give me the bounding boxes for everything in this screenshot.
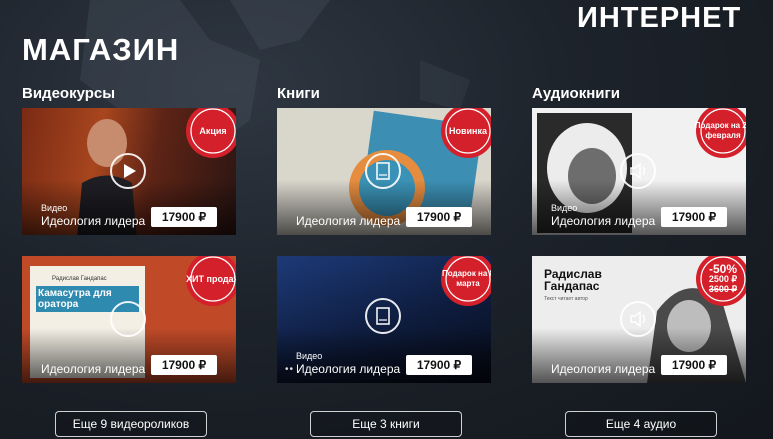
- card-kind: Видео: [296, 351, 323, 361]
- product-card[interactable]: •• Подарок на 8 марта Видео Идеология ли…: [277, 256, 491, 383]
- badge-label: Подарок на 23 февраля: [694, 121, 746, 140]
- price-button[interactable]: 17900 ₽: [151, 355, 217, 375]
- card-kind: Видео: [41, 203, 68, 213]
- discount-old-price: 3600 ₽: [708, 284, 738, 294]
- card-title[interactable]: Идеология лидера: [41, 214, 145, 228]
- cover-subtitle: Текст читает автор: [544, 296, 588, 302]
- card-title[interactable]: Идеология лидера: [551, 214, 655, 228]
- card-title[interactable]: Идеология лидера: [551, 362, 655, 376]
- product-card[interactable]: Акция Видео Идеология лидера 17900 ₽: [22, 108, 236, 235]
- price-button[interactable]: 17900 ₽: [406, 355, 472, 375]
- discount-new-price: 2500 ₽: [708, 274, 738, 284]
- product-card[interactable]: Подарок на 23 февраля Видео Идеология ли…: [532, 108, 746, 235]
- price-button[interactable]: 17900 ₽: [661, 355, 727, 375]
- badge-label: Подарок на 8 марта: [441, 269, 491, 288]
- discount-percent: -50%: [708, 262, 737, 276]
- more-books-button[interactable]: Еще 3 книги: [310, 411, 462, 437]
- more-videos-button[interactable]: Еще 9 видеороликов: [55, 411, 207, 437]
- badge-label: Новинка: [448, 126, 487, 136]
- page-title-left: МАГАЗИН: [22, 32, 180, 67]
- price-button[interactable]: 17900 ₽: [406, 207, 472, 227]
- price-button[interactable]: 17900 ₽: [661, 207, 727, 227]
- column-title-video: Видеокурсы: [22, 85, 116, 102]
- badge-label: ХИТ продаж: [186, 274, 236, 284]
- discount-badge: -50% 2500 ₽ 3600 ₽: [694, 256, 746, 308]
- speaker-icon[interactable]: [620, 301, 656, 337]
- play-icon[interactable]: [110, 153, 146, 189]
- slider-dots[interactable]: ••: [285, 364, 294, 375]
- card-title[interactable]: Идеология лидера: [296, 362, 400, 376]
- cover-author: Радислав Гандапас: [544, 267, 602, 293]
- book-icon[interactable]: [365, 298, 401, 334]
- badge-label: Акция: [199, 126, 227, 136]
- book-icon[interactable]: [365, 153, 401, 189]
- product-card[interactable]: Радислав Гандапас Текст читает автор -50…: [532, 256, 746, 383]
- product-card[interactable]: Новинка Идеология лидера 17900 ₽: [277, 108, 491, 235]
- cover-author: Радислав Гандапас: [52, 276, 107, 282]
- column-title-books: Книги: [277, 85, 320, 102]
- card-title[interactable]: Идеология лидера: [41, 362, 145, 376]
- page-title-right: ИНТЕРНЕТ: [577, 2, 742, 34]
- card-title[interactable]: Идеология лидера: [296, 214, 400, 228]
- product-card[interactable]: Радислав Гандапас Камасутра для оратора …: [22, 256, 236, 383]
- card-kind: Видео: [551, 203, 578, 213]
- play-icon[interactable]: [110, 301, 146, 337]
- speaker-icon[interactable]: [620, 153, 656, 189]
- column-title-audio: Аудиокниги: [532, 85, 620, 102]
- price-button[interactable]: 17900 ₽: [151, 207, 217, 227]
- more-audio-button[interactable]: Еще 4 аудио: [565, 411, 717, 437]
